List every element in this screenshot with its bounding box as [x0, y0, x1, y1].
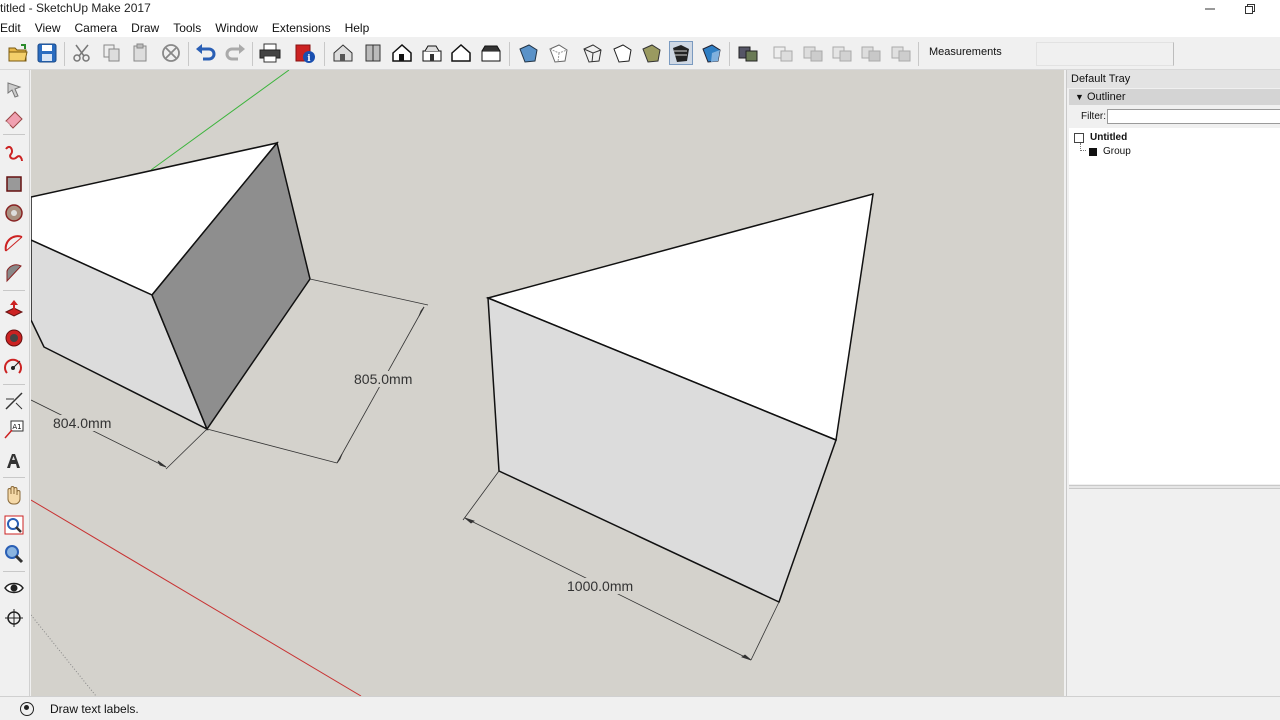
menu-bar: Edit View Camera Draw Tools Window Exten… [0, 18, 1280, 37]
undo-icon[interactable] [194, 41, 218, 65]
cut-icon[interactable] [70, 41, 94, 65]
blue-axis-hidden [31, 614, 97, 696]
pie-icon[interactable] [3, 262, 25, 284]
section-planes-icon[interactable] [830, 41, 854, 65]
back-view-icon[interactable] [449, 41, 473, 65]
save-icon[interactable] [35, 41, 59, 65]
front-view-icon[interactable] [390, 41, 414, 65]
monochrome-icon[interactable] [699, 41, 723, 65]
freehand-icon[interactable] [3, 142, 25, 164]
status-text: Draw text labels. [50, 702, 139, 716]
left-view-icon[interactable] [479, 41, 503, 65]
zoom-extents-icon[interactable] [3, 543, 25, 565]
menu-camera[interactable]: Camera [74, 21, 117, 35]
menu-edit[interactable]: Edit [0, 21, 21, 35]
xray-icon[interactable] [516, 41, 540, 65]
outliner-header[interactable]: ▼ Outliner [1069, 89, 1280, 105]
wireframe-icon[interactable] [580, 41, 604, 65]
default-tray: Default Tray ▼ Outliner Filter: Untitled… [1066, 70, 1280, 696]
user-account-icon[interactable] [20, 702, 34, 716]
push-pull-icon[interactable] [3, 297, 25, 319]
menu-tools[interactable]: Tools [173, 21, 201, 35]
tree-item-label: Group [1103, 146, 1131, 157]
main-toolbar: i Measurements [0, 37, 1280, 70]
redo-icon[interactable] [223, 41, 247, 65]
filter-input[interactable] [1107, 109, 1280, 124]
copy-icon[interactable] [100, 41, 124, 65]
tree-root-label: Untitled [1090, 132, 1128, 143]
print-icon[interactable] [258, 41, 282, 65]
tape-measure-icon[interactable] [3, 390, 25, 412]
iso-view-icon[interactable] [331, 41, 355, 65]
erase-icon[interactable] [159, 41, 183, 65]
paste-icon[interactable] [129, 41, 153, 65]
zoom-icon[interactable] [3, 514, 25, 536]
text-label-icon[interactable]: A1 [3, 419, 25, 441]
status-bar: Draw text labels. [0, 696, 1280, 720]
arc-icon[interactable] [3, 232, 25, 254]
left-box[interactable] [31, 141, 311, 431]
minimize-icon[interactable] [1190, 0, 1230, 18]
3d-viewport[interactable]: 804.0mm 805.0mm 1000.0mm [31, 70, 1064, 696]
group-icon [1089, 147, 1097, 156]
section-cut-icon[interactable] [801, 41, 825, 65]
menu-window[interactable]: Window [215, 21, 258, 35]
left-toolbar: A1 [0, 70, 30, 696]
outliner-title: Outliner [1087, 91, 1126, 103]
offset-icon[interactable] [3, 356, 25, 378]
menu-help[interactable]: Help [345, 21, 370, 35]
window-title: titled - SketchUp Make 2017 [0, 1, 151, 15]
circle-icon[interactable] [3, 202, 25, 224]
collapse-triangle-icon[interactable]: ▼ [1075, 89, 1084, 105]
tree-item-group[interactable]: Group [1089, 146, 1131, 157]
layers-icon[interactable] [736, 41, 760, 65]
open-folder-icon[interactable] [6, 41, 30, 65]
title-bar: titled - SketchUp Make 2017 [0, 0, 1280, 18]
model-canvas[interactable] [31, 70, 1064, 696]
dimension-label-805[interactable]: 805.0mm [353, 371, 414, 387]
menu-extensions[interactable]: Extensions [272, 21, 331, 35]
section-fill-icon[interactable] [859, 41, 883, 65]
tray-splitter[interactable] [1069, 485, 1280, 489]
section-display-icon[interactable] [889, 41, 913, 65]
svg-text:i: i [307, 54, 311, 64]
shaded-textures-icon[interactable] [669, 41, 693, 65]
3d-text-icon[interactable] [3, 449, 25, 471]
tray-title: Default Tray [1067, 70, 1280, 88]
filter-label: Filter: [1081, 111, 1106, 122]
pan-icon[interactable] [3, 484, 25, 506]
right-box[interactable] [485, 192, 874, 604]
svg-text:A1: A1 [12, 423, 21, 431]
tree-root-item[interactable]: Untitled [1074, 132, 1127, 143]
measurements-label: Measurements [929, 46, 1002, 58]
back-edges-icon[interactable] [546, 41, 570, 65]
position-camera-icon[interactable] [3, 607, 25, 629]
shaded-icon[interactable] [639, 41, 663, 65]
follow-me-icon[interactable] [3, 327, 25, 349]
rectangle-icon[interactable] [3, 173, 25, 195]
red-axis [31, 499, 362, 696]
outliner-tree: Untitled Group [1069, 128, 1280, 484]
measurements-input[interactable] [1036, 42, 1174, 66]
look-around-icon[interactable] [3, 577, 25, 599]
dimension-label-804[interactable]: 804.0mm [52, 415, 113, 431]
restore-icon[interactable] [1230, 0, 1270, 18]
menu-draw[interactable]: Draw [131, 21, 159, 35]
section-plane-icon[interactable] [771, 41, 795, 65]
model-icon [1074, 132, 1084, 143]
top-view-icon[interactable] [361, 41, 385, 65]
eraser-icon[interactable] [3, 108, 25, 130]
dimension-label-1000[interactable]: 1000.0mm [566, 578, 635, 594]
menu-view[interactable]: View [35, 21, 61, 35]
right-view-icon[interactable] [420, 41, 444, 65]
model-info-icon[interactable]: i [293, 41, 317, 65]
tree-connector [1080, 143, 1086, 151]
select-icon[interactable] [3, 78, 25, 100]
hidden-line-icon[interactable] [610, 41, 634, 65]
